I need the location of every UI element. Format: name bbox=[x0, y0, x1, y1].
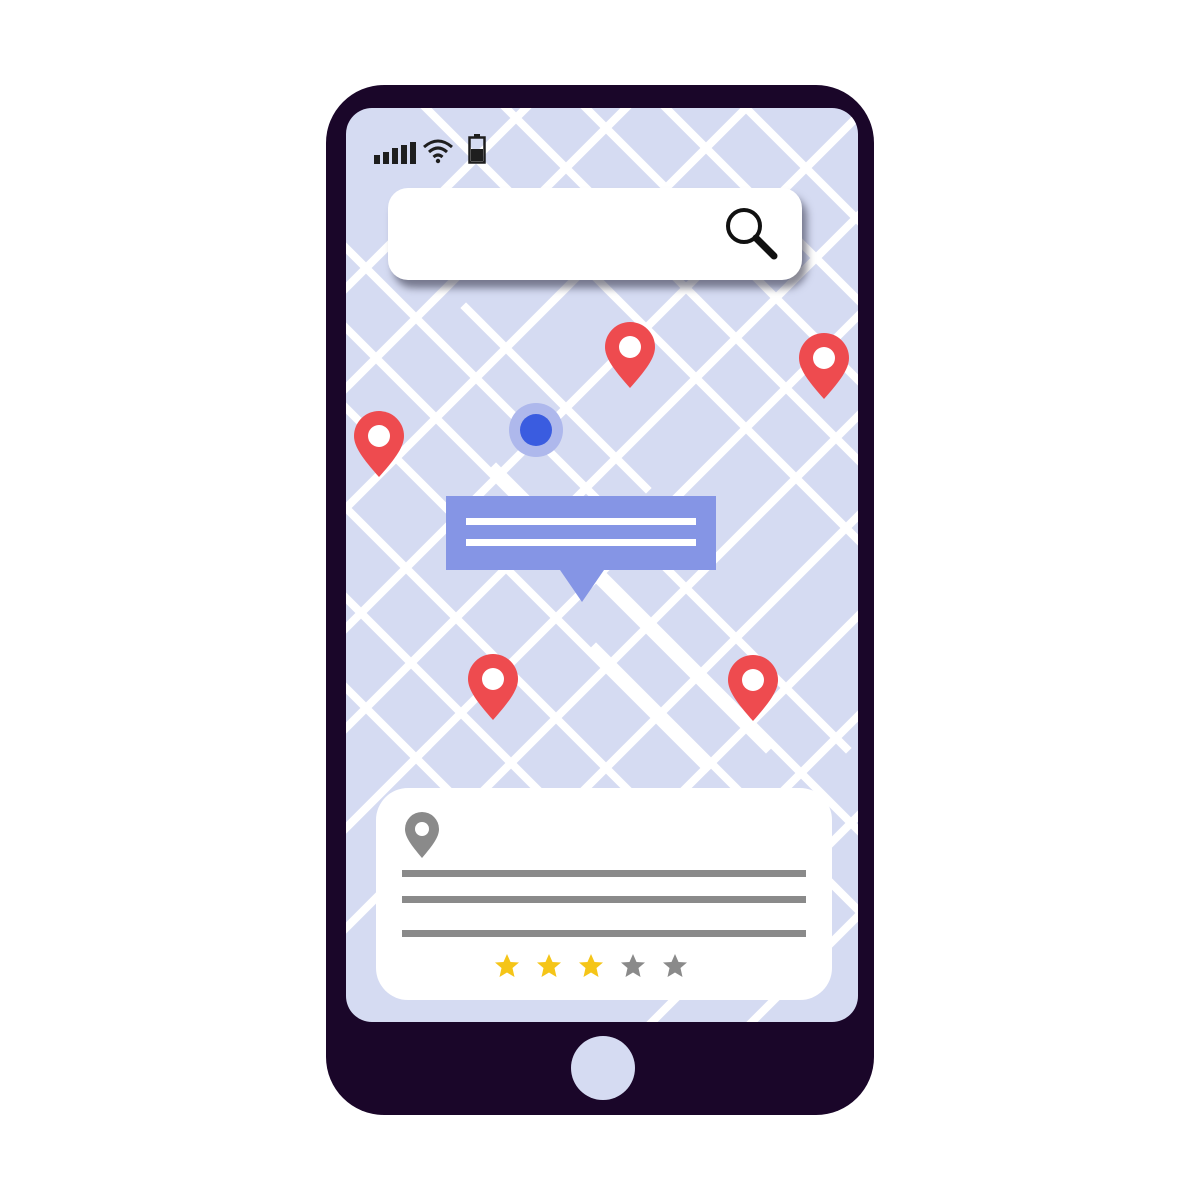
map-pin-icon[interactable] bbox=[798, 333, 850, 401]
star-filled-icon[interactable] bbox=[488, 952, 526, 980]
place-info-card[interactable] bbox=[376, 788, 832, 1000]
location-pin-icon bbox=[405, 812, 439, 858]
wifi-icon bbox=[423, 139, 453, 164]
map-pin-icon[interactable] bbox=[604, 322, 656, 390]
search-button[interactable] bbox=[722, 204, 784, 266]
map-pin-icon[interactable] bbox=[353, 411, 405, 479]
app-screen bbox=[346, 108, 858, 1022]
callout-pointer bbox=[560, 570, 604, 602]
map-callout[interactable] bbox=[446, 496, 716, 570]
place-detail-line bbox=[402, 896, 806, 903]
star-filled-icon[interactable] bbox=[572, 952, 610, 980]
callout-text-line bbox=[466, 518, 696, 525]
magnifier-icon bbox=[726, 208, 778, 260]
status-bar bbox=[374, 134, 486, 164]
place-detail-line bbox=[402, 870, 806, 877]
star-filled-icon[interactable] bbox=[530, 952, 568, 980]
star-empty-icon[interactable] bbox=[614, 952, 652, 980]
callout-text-line bbox=[466, 539, 696, 546]
star-empty-icon[interactable] bbox=[656, 952, 694, 980]
map-pin-icon[interactable] bbox=[467, 654, 519, 722]
map-pin-icon[interactable] bbox=[727, 655, 779, 723]
place-detail-line bbox=[402, 930, 806, 937]
current-location-dot-icon[interactable] bbox=[508, 402, 564, 458]
star-rating[interactable] bbox=[488, 952, 694, 980]
search-input[interactable] bbox=[406, 214, 710, 256]
search-bar bbox=[388, 188, 802, 280]
signal-bars-icon bbox=[374, 142, 416, 164]
battery-low-icon bbox=[468, 134, 486, 164]
home-button[interactable] bbox=[571, 1036, 635, 1100]
